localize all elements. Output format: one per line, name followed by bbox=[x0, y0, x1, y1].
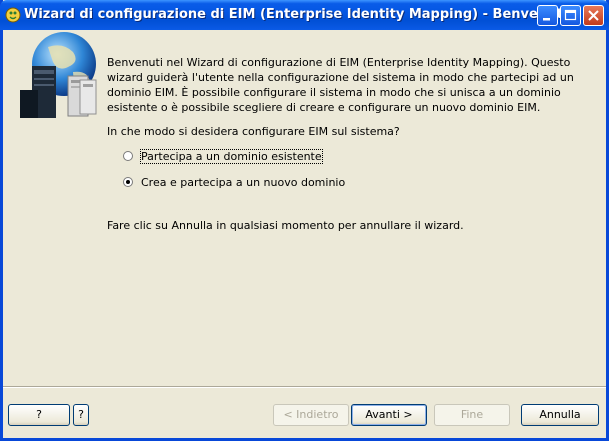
help-button[interactable]: ? bbox=[8, 404, 70, 426]
maximize-button[interactable] bbox=[560, 5, 581, 26]
button-bar: ? ? < Indietro Avanti > Fine Annulla bbox=[3, 386, 606, 441]
cancel-button[interactable]: Annulla bbox=[521, 404, 599, 426]
option-new-domain[interactable]: Crea e partecipa a un nuovo dominio bbox=[123, 175, 345, 189]
context-help-button[interactable]: ? bbox=[73, 404, 89, 426]
close-button[interactable] bbox=[583, 5, 604, 26]
radio-new-domain[interactable] bbox=[123, 177, 133, 187]
maximize-icon bbox=[564, 9, 577, 21]
finish-button[interactable]: Fine bbox=[434, 404, 510, 426]
close-icon bbox=[588, 10, 599, 21]
footer-separator bbox=[3, 386, 606, 388]
back-button[interactable]: < Indietro bbox=[273, 404, 349, 426]
option-existing-domain[interactable]: Partecipa a un dominio esistente bbox=[123, 148, 323, 164]
next-button[interactable]: Avanti > bbox=[351, 404, 427, 426]
intro-text: Benvenuti nel Wizard di configurazione d… bbox=[107, 56, 574, 114]
title-bar[interactable]: Wizard di configurazione di EIM (Enterpr… bbox=[0, 0, 609, 30]
eim-globe-servers-icon bbox=[18, 32, 100, 124]
window-title: Wizard di configurazione di EIM (Enterpr… bbox=[24, 7, 568, 22]
minimize-icon bbox=[543, 18, 550, 21]
wizard-window: Wizard di configurazione di EIM (Enterpr… bbox=[0, 0, 609, 441]
wizard-content: Benvenuti nel Wizard di configurazione d… bbox=[3, 30, 606, 386]
configuration-question: In che modo si desidera configurare EIM … bbox=[107, 125, 400, 138]
option-existing-domain-label[interactable]: Partecipa a un dominio esistente bbox=[140, 148, 323, 164]
minimize-button[interactable] bbox=[537, 5, 558, 26]
cancel-note: Fare clic su Annulla in qualsiasi moment… bbox=[107, 219, 464, 232]
wizard-app-icon bbox=[5, 7, 21, 23]
radio-existing-domain[interactable] bbox=[123, 151, 133, 161]
option-new-domain-label[interactable]: Crea e partecipa a un nuovo dominio bbox=[141, 176, 345, 189]
